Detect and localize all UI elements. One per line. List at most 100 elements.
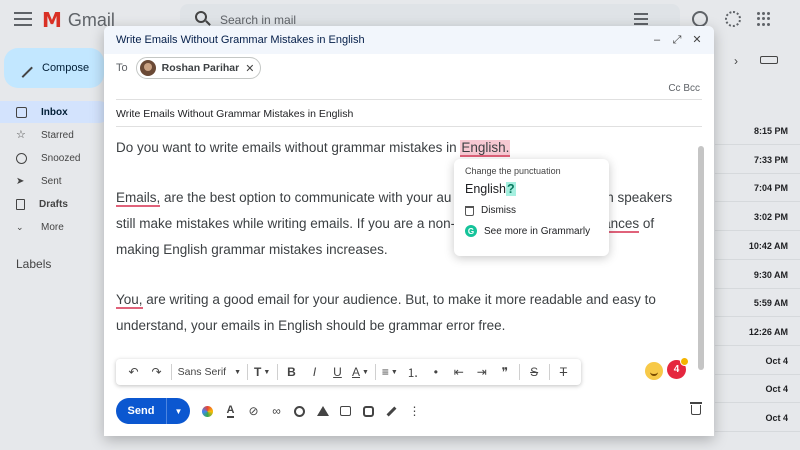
chevron-right-icon[interactable]: › (734, 54, 738, 68)
discard-draft-icon[interactable] (690, 402, 702, 416)
main-menu-icon[interactable] (14, 12, 32, 26)
email-row-divider (715, 288, 800, 289)
email-row-time[interactable]: Oct 4 (728, 384, 788, 394)
email-row-divider (715, 201, 800, 202)
send-button[interactable]: Send (116, 398, 166, 424)
divider (116, 126, 702, 127)
email-row-divider (715, 173, 800, 174)
compose-button[interactable]: Compose (4, 48, 104, 88)
to-field[interactable]: To Roshan Parihar ✕ (116, 56, 702, 80)
grammarly-badge[interactable]: 4 (667, 357, 689, 379)
apps-grid-icon[interactable] (757, 12, 771, 26)
to-label: To (116, 62, 128, 74)
search-input[interactable]: Search in mail (220, 13, 296, 27)
email-row-time[interactable]: 7:04 PM (728, 183, 788, 193)
grammar-flag-emails[interactable]: Emails, (116, 190, 161, 207)
email-row-divider (715, 345, 800, 346)
strikethrough-icon[interactable]: S (523, 361, 546, 383)
gear-icon[interactable] (725, 11, 741, 27)
attach-file-icon[interactable]: ⊘ (242, 401, 265, 421)
suggestion-replacement[interactable]: English? (465, 182, 598, 196)
bulleted-list-icon[interactable]: • (424, 361, 447, 383)
email-row-time[interactable]: 12:26 AM (728, 327, 788, 337)
grammar-flag-you[interactable]: You, (116, 292, 143, 309)
insert-link-icon[interactable]: ∞ (265, 401, 288, 421)
confidential-mode-icon[interactable] (357, 401, 380, 421)
see-more-grammarly-button[interactable]: G See more in Grammarly (465, 225, 598, 237)
send-icon: ➤ (16, 175, 25, 187)
cc-bcc-link[interactable]: Cc Bcc (668, 83, 700, 94)
email-row-time[interactable]: Oct 4 (728, 356, 788, 366)
clock-icon (16, 152, 27, 164)
search-icon[interactable] (195, 11, 207, 23)
gmail-m-icon: M (42, 8, 62, 32)
email-row-time[interactable]: Oct 4 (728, 413, 788, 423)
more-options-icon[interactable]: ⋮ (403, 401, 426, 421)
formatting-toolbar: ↶ ↷ Sans Serif ▼ T ▼ B I U A ▼ ≡ ▼ ⒈ • ⇤ ⇥ ❞… (116, 359, 581, 385)
text-color-icon[interactable]: A ▼ (349, 361, 372, 383)
minimize-icon[interactable]: – (652, 34, 662, 46)
recipient-chip[interactable]: Roshan Parihar ✕ (135, 57, 262, 79)
email-row-divider (715, 374, 800, 375)
close-icon[interactable]: ✕ (692, 34, 702, 46)
scrollbar[interactable] (698, 146, 704, 370)
signature-icon[interactable] (380, 401, 403, 421)
formatting-options-icon[interactable]: A (219, 401, 242, 421)
clear-formatting-icon[interactable]: T (552, 361, 575, 383)
compose-window: Write Emails Without Grammar Mistakes in… (104, 26, 714, 436)
email-row-time[interactable]: 8:15 PM (728, 126, 788, 136)
subject-field[interactable]: Write Emails Without Grammar Mistakes in… (116, 108, 353, 120)
redo-icon[interactable]: ↷ (145, 361, 168, 383)
sidebar-item-more[interactable]: ⌄ More (0, 216, 110, 238)
dismiss-button[interactable]: Dismiss (465, 205, 598, 216)
grammar-flag-english[interactable]: English. (460, 140, 511, 157)
grammarly-icon: G (465, 225, 477, 237)
draft-icon (16, 198, 25, 210)
star-icon: ☆ (16, 128, 26, 141)
email-row-divider (715, 431, 800, 432)
sidebar-item-starred[interactable]: ☆ Starred (0, 124, 110, 146)
send-button-group: Send ▼ (116, 398, 190, 424)
suggestion-title: Change the punctuation (465, 166, 561, 176)
insert-emoji-icon[interactable] (288, 401, 311, 421)
drive-icon[interactable] (311, 401, 334, 421)
schedule-send-chevron-icon[interactable]: ▼ (166, 398, 190, 424)
email-row-divider (715, 144, 800, 145)
inbox-icon (16, 106, 27, 118)
email-row-time[interactable]: 5:59 AM (728, 298, 788, 308)
pencil-icon (13, 58, 33, 78)
italic-icon[interactable]: I (303, 361, 326, 383)
email-row-divider (715, 316, 800, 317)
indent-less-icon[interactable]: ⇤ (447, 361, 470, 383)
compose-header: Write Emails Without Grammar Mistakes in… (104, 26, 714, 54)
remove-recipient-icon[interactable]: ✕ (245, 62, 254, 75)
email-row-time[interactable]: 7:33 PM (728, 155, 788, 165)
undo-icon[interactable]: ↶ (122, 361, 145, 383)
email-row-time[interactable]: 10:42 AM (728, 241, 788, 251)
quote-icon[interactable]: ❞ (493, 361, 516, 383)
avatar (139, 60, 156, 76)
keyboard-icon[interactable] (760, 56, 778, 64)
sidebar-item-inbox[interactable]: Inbox (0, 101, 110, 123)
sidebar-item-snoozed[interactable]: Snoozed (0, 147, 110, 169)
compose-actions: A ⊘ ∞ ⋮ (196, 401, 426, 421)
emoji-icon[interactable] (645, 362, 663, 380)
align-icon[interactable]: ≡ ▼ (378, 361, 401, 383)
help-icon[interactable] (692, 11, 708, 27)
divider (116, 99, 702, 100)
search-options-icon[interactable] (634, 13, 648, 25)
text-size-icon[interactable]: T ▼ (251, 361, 274, 383)
indent-more-icon[interactable]: ⇥ (470, 361, 493, 383)
insert-photo-icon[interactable] (334, 401, 357, 421)
sidebar-item-sent[interactable]: ➤ Sent (0, 170, 110, 192)
sidebar-item-drafts[interactable]: Drafts (0, 193, 110, 215)
numbered-list-icon[interactable]: ⒈ (401, 361, 424, 383)
bold-icon[interactable]: B (280, 361, 303, 383)
email-row-time[interactable]: 9:30 AM (728, 270, 788, 280)
expand-icon[interactable]: ⤢ (672, 34, 682, 46)
font-select[interactable]: Sans Serif ▼ (174, 361, 244, 383)
underline-icon[interactable]: U (326, 361, 349, 383)
email-row-time[interactable]: 3:02 PM (728, 212, 788, 222)
compose-title[interactable]: Write Emails Without Grammar Mistakes in… (116, 34, 652, 46)
color-palette-icon[interactable] (196, 401, 219, 421)
